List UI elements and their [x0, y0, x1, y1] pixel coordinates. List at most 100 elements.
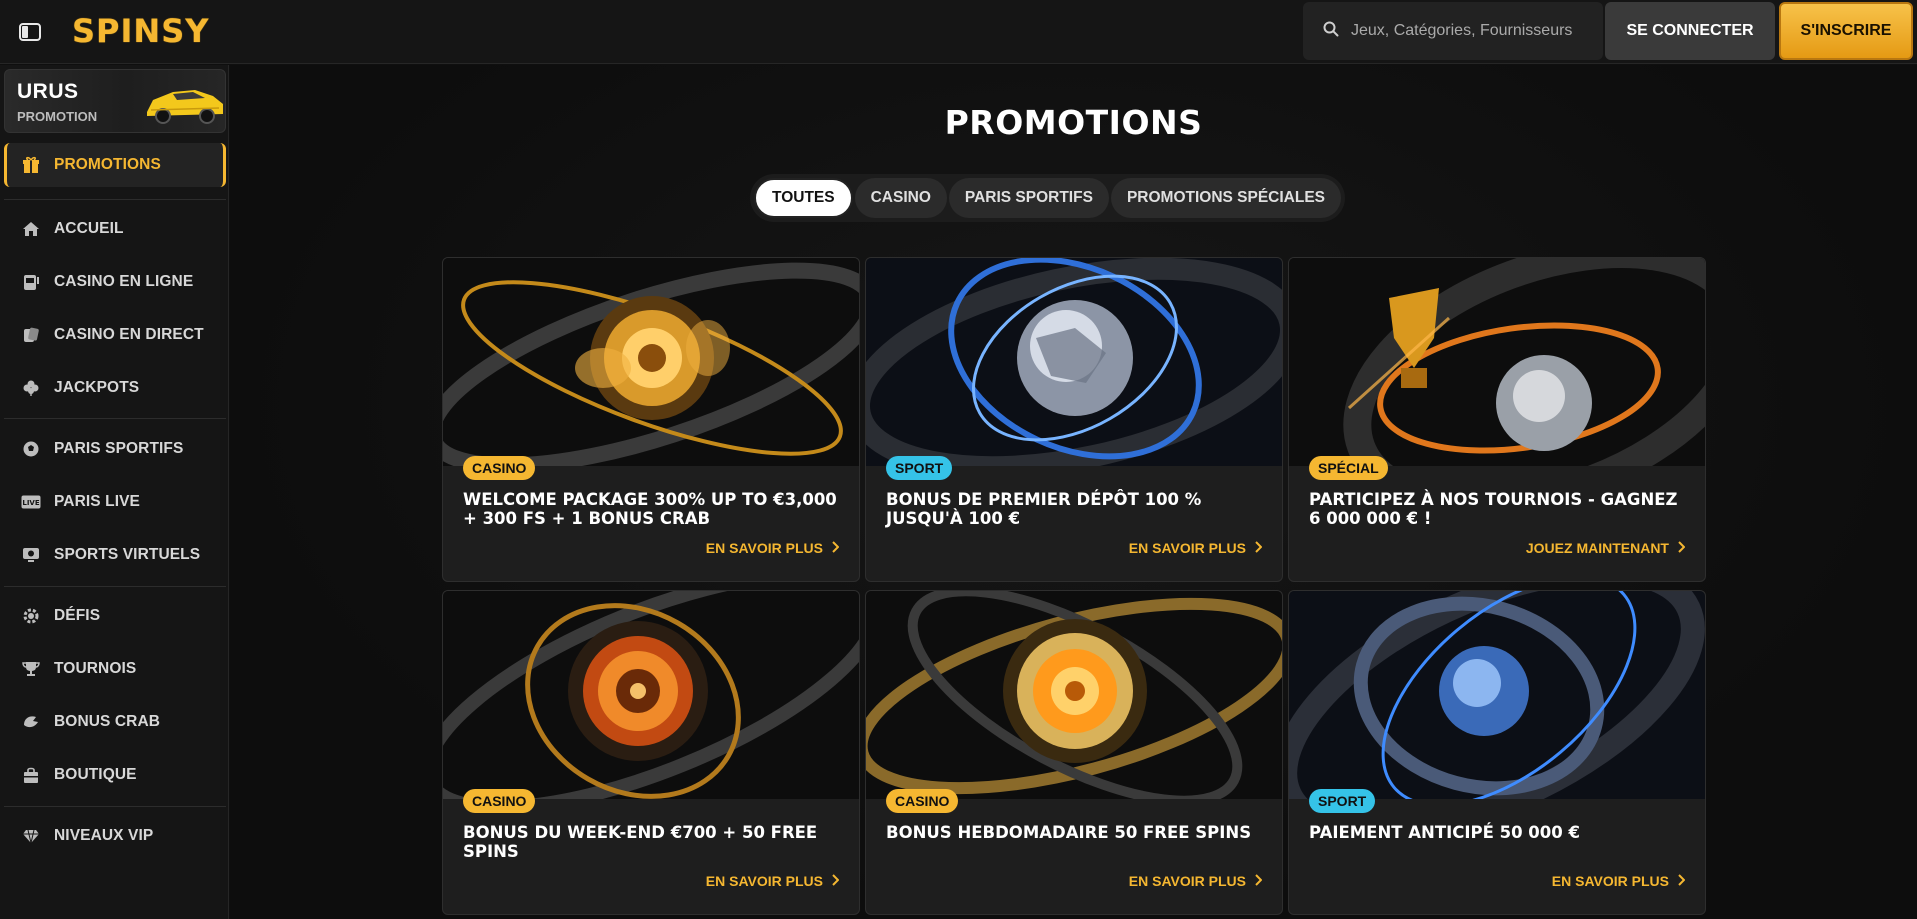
chevron-right-icon [1254, 873, 1263, 889]
promo-card-image [866, 258, 1282, 466]
category-badge: SPORT [886, 456, 953, 480]
category-badge: SPÉCIAL [1309, 456, 1388, 480]
gear-badge-icon [20, 605, 42, 627]
tab-toutes[interactable]: TOUTES [754, 178, 853, 218]
category-badge: SPORT [1309, 789, 1376, 813]
sidebar-item-jackpots[interactable]: JACKPOTS [4, 366, 226, 410]
category-badge: CASINO [463, 456, 536, 480]
sidebar-item-defis[interactable]: DÉFIS [4, 594, 226, 638]
tab-promotions-speciales[interactable]: PROMOTIONS SPÉCIALES [1110, 178, 1342, 218]
learn-more-link[interactable]: EN SAVOIR PLUS [705, 873, 840, 889]
promo-card[interactable]: CASINO WELCOME PACKAGE 300% UP TO €3,000… [442, 257, 860, 582]
promo-card-image [443, 591, 859, 799]
chevron-right-icon [831, 540, 840, 556]
promo-card-image [443, 258, 859, 466]
promo-card[interactable]: SPORT PAIEMENT ANTICIPÉ 50 000 € EN SAVO… [1288, 590, 1706, 915]
learn-more-link[interactable]: EN SAVOIR PLUS [1551, 873, 1686, 889]
play-now-link[interactable]: JOUEZ MAINTENANT [1525, 540, 1686, 556]
promo-card[interactable]: CASINO BONUS DU WEEK-END €700 + 50 FREE … [442, 590, 860, 915]
chevron-right-icon [831, 873, 840, 889]
shop-icon [20, 764, 42, 786]
sidebar-item-label: TOURNOIS [54, 660, 137, 677]
search-input[interactable] [1351, 22, 1591, 40]
cta-label: EN SAVOIR PLUS [1128, 540, 1246, 556]
promo-card-title: WELCOME PACKAGE 300% UP TO €3,000 + 300 … [463, 490, 837, 528]
sidebar: URUS PROMOTION PROMOTIONS ACCUEIL CASINO… [0, 65, 229, 919]
cards-icon [20, 324, 42, 346]
gift-icon [20, 154, 42, 176]
slot-machine-icon [20, 271, 42, 293]
trophy-icon [20, 658, 42, 680]
sidebar-item-label: ACCUEIL [54, 220, 124, 237]
promo-card-image [1289, 258, 1705, 466]
sidebar-item-niveaux-vip[interactable]: NIVEAUX VIP [4, 814, 226, 858]
monitor-icon [20, 544, 42, 566]
learn-more-link[interactable]: EN SAVOIR PLUS [1128, 540, 1263, 556]
promo-filter-tabs: TOUTES CASINO PARIS SPORTIFS PROMOTIONS … [750, 174, 1346, 222]
svg-text:LIVE: LIVE [22, 499, 39, 507]
promo-card-title: BONUS HEBDOMADAIRE 50 FREE SPINS [886, 823, 1252, 842]
sidebar-toggle-icon[interactable] [18, 20, 42, 44]
category-badge: CASINO [886, 789, 959, 813]
sidebar-item-label: SPORTS VIRTUELS [54, 546, 201, 563]
promo-card-title: BONUS DE PREMIER DÉPÔT 100 % JUSQU'À 100… [886, 490, 1202, 528]
sidebar-item-accueil[interactable]: ACCUEIL [4, 207, 226, 251]
cta-label: EN SAVOIR PLUS [705, 873, 823, 889]
sidebar-item-sports-virtuels[interactable]: SPORTS VIRTUELS [4, 533, 226, 577]
diamond-icon [20, 825, 42, 847]
sidebar-item-label: DÉFIS [54, 607, 101, 624]
sidebar-item-casino-en-ligne[interactable]: CASINO EN LIGNE [4, 260, 226, 304]
sidebar-item-label: PARIS LIVE [54, 493, 140, 510]
divider [4, 418, 226, 419]
sidebar-item-paris-live[interactable]: LIVE PARIS LIVE [4, 480, 226, 524]
sidebar-item-label: JACKPOTS [54, 379, 140, 396]
sidebar-item-label: CASINO EN LIGNE [54, 273, 194, 290]
chevron-right-icon [1677, 873, 1686, 889]
chevron-right-icon [1677, 540, 1686, 556]
learn-more-link[interactable]: EN SAVOIR PLUS [1129, 873, 1263, 889]
sidebar-item-boutique[interactable]: BOUTIQUE [4, 753, 226, 797]
sidebar-item-label: PROMOTIONS [54, 156, 161, 173]
cta-label: EN SAVOIR PLUS [1551, 873, 1669, 889]
sidebar-item-paris-sportifs[interactable]: PARIS SPORTIFS [4, 427, 226, 471]
main-content: PROMOTIONS TOUTES CASINO PARIS SPORTIFS … [230, 65, 1917, 919]
cta-label: EN SAVOIR PLUS [705, 540, 823, 556]
cta-label: JOUEZ MAINTENANT [1525, 540, 1669, 556]
sidebar-item-label: BOUTIQUE [54, 766, 137, 783]
promo-card[interactable]: CASINO BONUS HEBDOMADAIRE 50 FREE SPINS … [865, 590, 1283, 915]
sidebar-item-tournois[interactable]: TOURNOIS [4, 647, 226, 691]
clover-icon [20, 377, 42, 399]
car-image [143, 76, 225, 132]
crab-claw-icon [20, 711, 42, 733]
promo-card-image [1289, 591, 1705, 799]
promo-banner-subtitle: PROMOTION [17, 109, 98, 124]
live-icon: LIVE [20, 491, 42, 513]
learn-more-link[interactable]: EN SAVOIR PLUS [705, 540, 840, 556]
brand-logo[interactable]: SPINSY [72, 12, 209, 50]
page-title: PROMOTIONS [944, 103, 1203, 142]
divider [4, 586, 226, 587]
sidebar-item-label: PARIS SPORTIFS [54, 440, 184, 457]
tab-paris-sportifs[interactable]: PARIS SPORTIFS [948, 178, 1109, 218]
top-header: SPINSY SE CONNECTER S'INSCRIRE [0, 0, 1917, 64]
category-badge: CASINO [463, 789, 536, 813]
register-button[interactable]: S'INSCRIRE [1779, 2, 1913, 60]
login-button[interactable]: SE CONNECTER [1605, 2, 1775, 60]
sidebar-item-label: NIVEAUX VIP [54, 827, 154, 844]
search-box[interactable] [1303, 2, 1603, 60]
sidebar-item-casino-en-direct[interactable]: CASINO EN DIRECT [4, 313, 226, 357]
urus-promo-banner[interactable]: URUS PROMOTION [4, 69, 226, 133]
promo-card[interactable]: SPÉCIAL PARTICIPEZ À NOS TOURNOIS - GAGN… [1288, 257, 1706, 582]
promo-card[interactable]: SPORT BONUS DE PREMIER DÉPÔT 100 % JUSQU… [865, 257, 1283, 582]
tab-casino[interactable]: CASINO [854, 178, 947, 218]
home-icon [20, 218, 42, 240]
sidebar-item-promotions[interactable]: PROMOTIONS [4, 143, 226, 187]
promo-banner-title: URUS [17, 80, 79, 103]
promo-card-title: PARTICIPEZ À NOS TOURNOIS - GAGNEZ 6 000… [1309, 490, 1678, 528]
sidebar-item-label: BONUS CRAB [54, 713, 161, 730]
sidebar-item-bonus-crab[interactable]: BONUS CRAB [4, 700, 226, 744]
promo-card-title: PAIEMENT ANTICIPÉ 50 000 € [1309, 823, 1580, 842]
sidebar-item-label: CASINO EN DIRECT [54, 326, 204, 343]
divider [4, 199, 226, 200]
promotions-grid: CASINO WELCOME PACKAGE 300% UP TO €3,000… [442, 257, 1706, 919]
